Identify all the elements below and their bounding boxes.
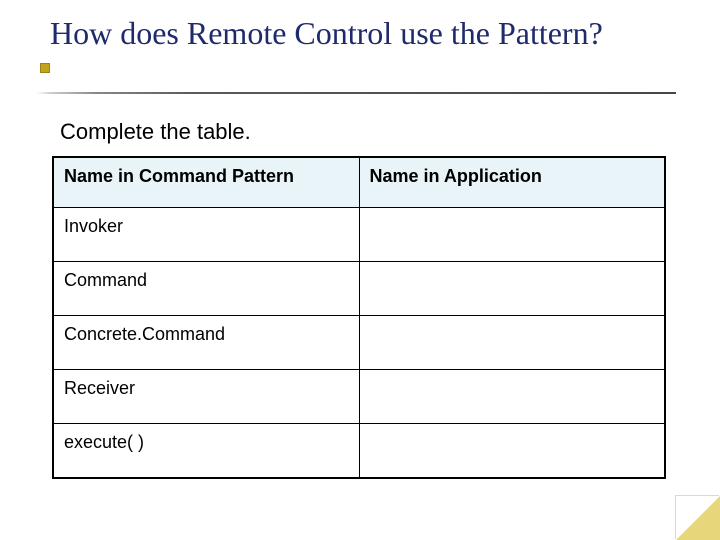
cell-pattern-name: execute( ) [53,424,359,479]
cell-application-name [359,262,665,316]
title-underline [36,92,676,94]
page-corner-fold-icon [676,496,720,540]
slide-title-block: How does Remote Control use the Pattern? [50,16,650,51]
cell-pattern-name: Invoker [53,208,359,262]
header-application: Name in Application [359,157,665,208]
subtitle-text: Complete the table. [60,119,251,145]
table-row: Receiver [53,370,665,424]
table-row: Concrete.Command [53,316,665,370]
table-row: execute( ) [53,424,665,479]
cell-pattern-name: Receiver [53,370,359,424]
table-row: Invoker [53,208,665,262]
cell-application-name [359,208,665,262]
header-command-pattern: Name in Command Pattern [53,157,359,208]
cell-application-name [359,424,665,479]
cell-application-name [359,370,665,424]
cell-application-name [359,316,665,370]
pattern-mapping-table: Name in Command Pattern Name in Applicat… [52,156,666,479]
cell-pattern-name: Command [53,262,359,316]
table-row: Command [53,262,665,316]
title-bullet-icon [40,63,50,73]
cell-pattern-name: Concrete.Command [53,316,359,370]
table-header-row: Name in Command Pattern Name in Applicat… [53,157,665,208]
slide-title: How does Remote Control use the Pattern? [50,16,650,51]
